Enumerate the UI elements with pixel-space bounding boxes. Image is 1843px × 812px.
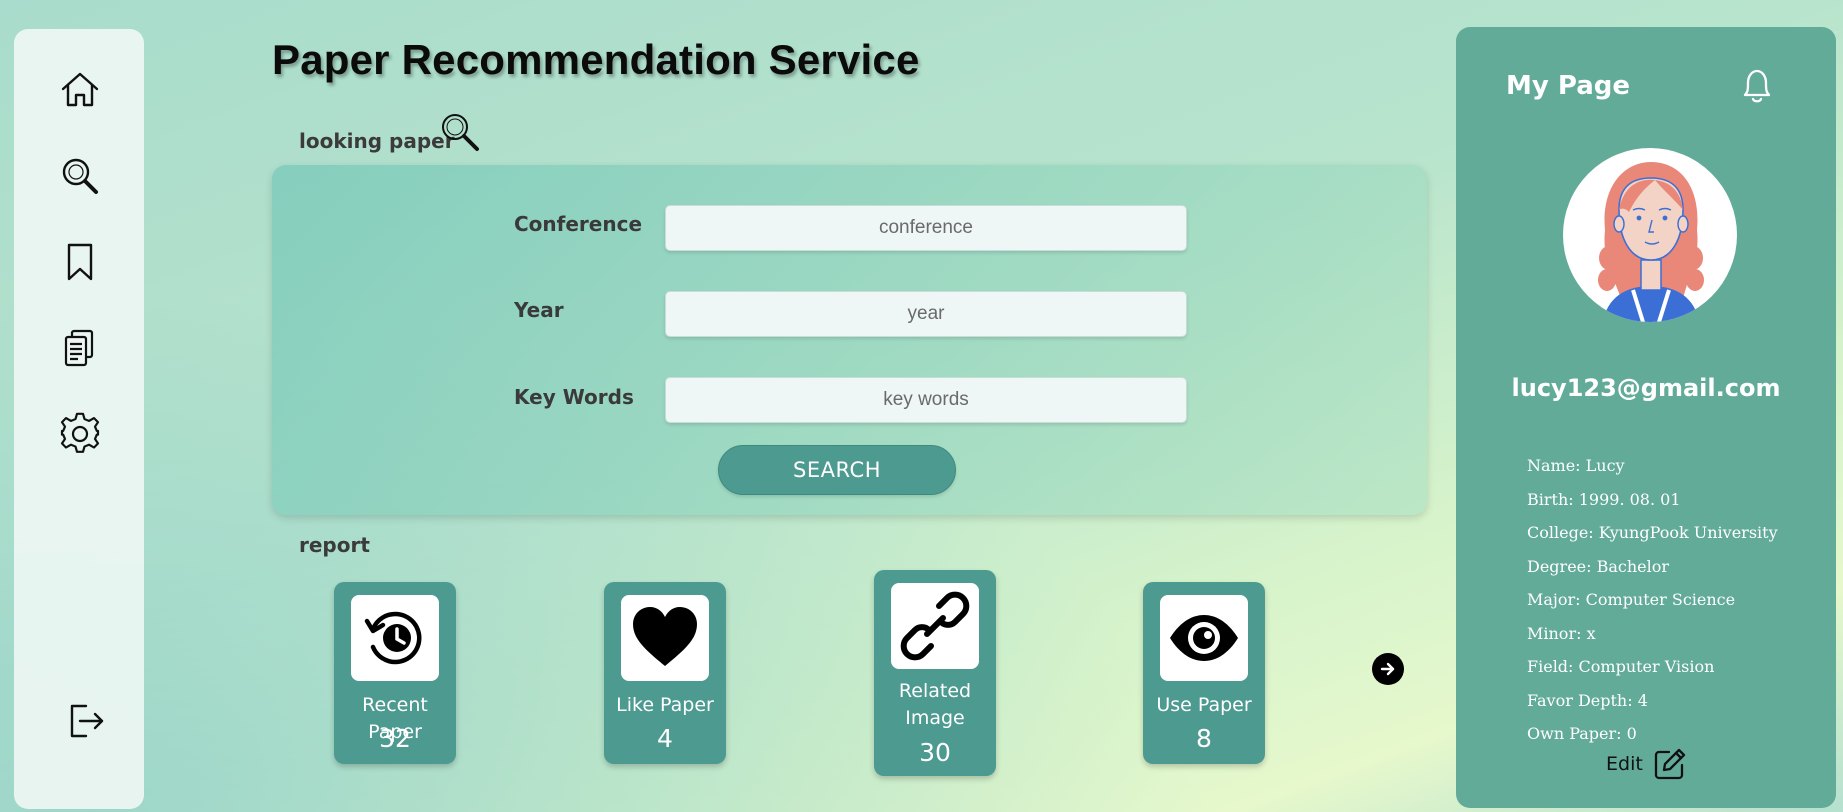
avatar: [1563, 148, 1737, 322]
report-section-label: report: [299, 533, 370, 557]
profile-title: My Page: [1506, 71, 1631, 101]
profile-detail-major: Major: Computer Science: [1527, 590, 1736, 609]
heart-icon: [621, 595, 709, 681]
link-chain-icon: [891, 583, 979, 669]
home-icon[interactable]: [58, 68, 102, 112]
report-card-like-paper[interactable]: Like Paper 4: [604, 582, 726, 764]
profile-detail-favor-depth: Favor Depth: 4: [1527, 690, 1648, 710]
page-title: Paper Recommendation Service: [272, 36, 920, 83]
main-content: Paper Recommendation Service looking pap…: [272, 0, 1432, 812]
edit-pencil-icon: [1654, 748, 1685, 780]
sidebar: [14, 29, 144, 809]
profile-detail-name: Name: Lucy: [1527, 456, 1625, 475]
documents-icon[interactable]: [58, 326, 102, 370]
search-icon[interactable]: [58, 154, 102, 198]
edit-label: Edit: [1606, 753, 1643, 775]
bookmark-icon[interactable]: [58, 240, 102, 284]
next-arrow-icon[interactable]: [1372, 653, 1404, 685]
profile-email: lucy123@gmail.com: [1511, 374, 1781, 402]
edit-profile-button[interactable]: Edit: [1606, 747, 1687, 781]
conference-input[interactable]: [665, 205, 1187, 251]
year-input[interactable]: [665, 291, 1187, 337]
profile-details: Name: Lucy Birth: 1999. 08. 01 College: …: [1527, 449, 1778, 751]
report-label: Like Paper: [616, 694, 714, 716]
profile-detail-field: Field: Computer Vision: [1527, 657, 1715, 676]
report-card-use-paper[interactable]: Use Paper 8: [1143, 582, 1265, 764]
search-panel: Conference Year Key Words SEARCH: [272, 165, 1427, 515]
magnifier-icon: [440, 112, 480, 152]
keywords-label: Key Words: [514, 385, 634, 409]
year-label: Year: [514, 298, 564, 322]
report-label: Use Paper: [1156, 694, 1252, 716]
gear-icon[interactable]: [58, 412, 102, 456]
history-clock-icon: [351, 595, 439, 681]
profile-detail-own-paper: Own Paper: 0: [1527, 724, 1637, 743]
report-count: 4: [657, 724, 673, 753]
search-section-label: looking paper: [299, 129, 455, 153]
profile-detail-college: College: KyungPook University: [1527, 523, 1778, 542]
keywords-input[interactable]: [665, 377, 1187, 423]
search-button[interactable]: SEARCH: [718, 445, 956, 495]
report-card-related-image[interactable]: Related Image 30: [874, 570, 996, 776]
report-count: 8: [1196, 724, 1212, 753]
bell-icon[interactable]: [1739, 67, 1775, 105]
report-count: 30: [919, 738, 951, 767]
profile-panel: My Page lucy123@gmail.com Name: Lucy Bir…: [1456, 27, 1836, 808]
conference-label: Conference: [514, 212, 643, 236]
profile-detail-minor: Minor: x: [1527, 623, 1596, 643]
report-card-recent-paper[interactable]: Recent Paper 32: [334, 582, 456, 764]
logout-icon[interactable]: [64, 698, 108, 742]
eye-icon: [1160, 595, 1248, 681]
profile-detail-degree: Degree: Bachelor: [1527, 556, 1670, 576]
report-count: 32: [379, 724, 411, 753]
report-label: Related Image: [898, 680, 972, 729]
profile-detail-birth: Birth: 1999. 08. 01: [1527, 489, 1681, 509]
